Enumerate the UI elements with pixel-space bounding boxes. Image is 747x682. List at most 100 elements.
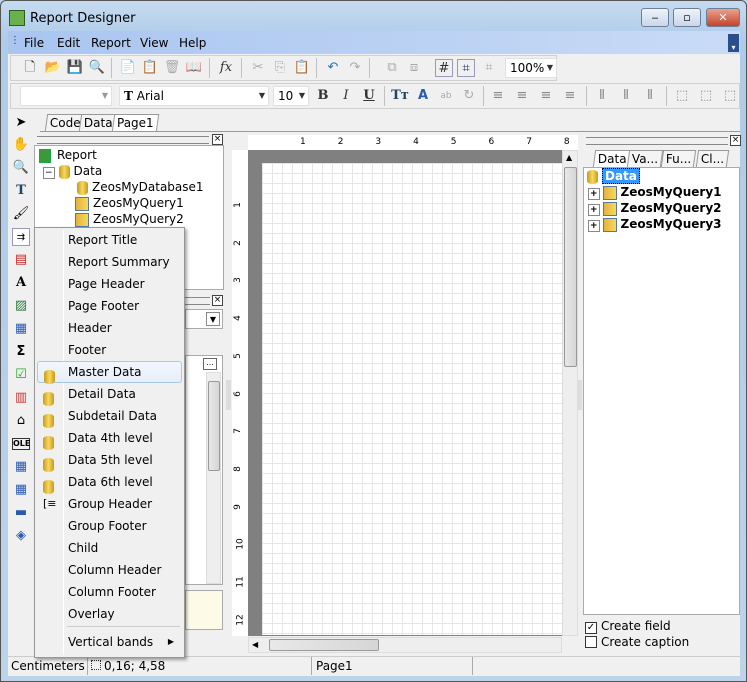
menu-item[interactable]: Footer <box>37 339 182 361</box>
font-name-select[interactable]: T Arial ▼ <box>119 86 269 106</box>
text-tool-icon[interactable]: T <box>12 182 30 200</box>
tree-node-report[interactable]: Report <box>39 148 97 163</box>
undo-icon[interactable]: ↶ <box>324 59 342 77</box>
panel-grip[interactable] <box>185 297 210 305</box>
tab-variables[interactable]: Va... <box>626 150 664 167</box>
align-justify-icon[interactable]: ≡ <box>561 87 579 105</box>
new-dialog-icon[interactable]: 📋 <box>141 59 159 77</box>
menu-item[interactable]: Page Header <box>37 273 182 295</box>
menu-item[interactable]: Header <box>37 317 182 339</box>
new-page-icon[interactable]: 📄 <box>119 59 137 77</box>
rotation-icon[interactable]: ↻ <box>460 87 478 105</box>
insert-band-icon[interactable]: ⇉ <box>12 228 30 246</box>
menu-report[interactable]: Report <box>91 36 131 50</box>
checkbox-object-icon[interactable]: ☑ <box>12 366 30 384</box>
underline-icon[interactable]: U <box>360 87 378 105</box>
close-icon[interactable]: × <box>212 134 223 145</box>
style-select[interactable]: ▼ <box>20 86 112 106</box>
menu-item[interactable]: Data 6th level <box>37 471 182 494</box>
report-page[interactable] <box>262 163 562 635</box>
chart-icon[interactable]: ▥ <box>12 389 30 407</box>
vertical-scrollbar[interactable]: ▲ <box>562 150 578 636</box>
close-icon[interactable]: × <box>212 295 223 306</box>
open-icon[interactable]: 📂 <box>44 59 62 77</box>
line-icon[interactable]: ▬ <box>12 504 30 522</box>
save-icon[interactable]: 💾 <box>66 59 84 77</box>
font-size-select[interactable]: 10 ▼ <box>273 86 309 106</box>
other-objects-icon[interactable]: ◈ <box>12 527 30 545</box>
tab-functions[interactable]: Fu... <box>660 150 697 167</box>
subreport-icon[interactable]: ▦ <box>12 320 30 338</box>
sum-icon[interactable]: Σ <box>12 343 30 361</box>
tree-node-query[interactable]: + ZeosMyQuery3 <box>588 217 722 232</box>
tree-node-database[interactable]: ZeosMyDatabase1 <box>77 180 204 195</box>
tab-data[interactable]: Data <box>592 150 632 167</box>
redo-icon[interactable]: ↷ <box>346 59 364 77</box>
menu-item[interactable]: Master Data <box>37 361 182 384</box>
menu-item[interactable]: Data 5th level <box>37 449 182 472</box>
close-button[interactable]: ✕ <box>706 8 740 27</box>
show-grid-icon[interactable]: # <box>435 59 453 77</box>
menu-item[interactable]: Child <box>37 537 182 559</box>
menu-item[interactable]: Group Footer <box>37 515 182 537</box>
create-caption-checkbox[interactable]: Create caption <box>585 635 689 649</box>
property-scrollbar[interactable] <box>206 372 221 584</box>
copy-icon[interactable]: ⎘ <box>271 59 289 77</box>
menu-item[interactable]: Column Header <box>37 559 182 581</box>
align-to-grid-icon[interactable]: ⌗ <box>457 59 475 77</box>
group-icon[interactable]: ⧉ <box>383 59 401 77</box>
panel-grip[interactable] <box>37 136 209 144</box>
create-field-checkbox[interactable]: ✓ Create field <box>585 619 671 634</box>
tab-classes[interactable]: Cl... <box>695 150 730 167</box>
tab-page1[interactable]: Page1 <box>111 114 159 132</box>
menu-item[interactable]: Subdetail Data <box>37 405 182 428</box>
page-settings-icon[interactable]: 📖 <box>185 59 203 77</box>
highlight-icon[interactable]: ab <box>437 87 455 105</box>
select-tool-icon[interactable]: ➤ <box>12 114 30 132</box>
object-select[interactable]: ▼ <box>185 309 223 329</box>
tree-node-data[interactable]: − Data <box>43 164 102 179</box>
barcode-icon[interactable]: ⌂ <box>12 412 30 430</box>
hand-tool-icon[interactable]: ✋ <box>12 136 30 154</box>
menu-item[interactable]: [≡ Group Header <box>37 493 182 515</box>
menu-file[interactable]: File <box>24 36 44 50</box>
tree-node-data[interactable]: Data <box>587 168 640 184</box>
minimize-button[interactable]: ‒ <box>641 8 669 27</box>
menu-item[interactable]: Report Summary <box>37 251 182 273</box>
frame-top-icon[interactable]: ⬚ <box>673 87 691 105</box>
menu-item[interactable]: Report Title <box>37 229 182 251</box>
horizontal-scrollbar[interactable]: ◀ <box>248 637 562 653</box>
zoom-tool-icon[interactable]: 🔍 <box>12 159 30 177</box>
font-color-icon[interactable]: A <box>414 87 432 105</box>
splitter-handle[interactable] <box>226 380 231 410</box>
menu-item[interactable]: Overlay <box>37 603 182 625</box>
maximize-button[interactable]: ▫ <box>673 8 701 27</box>
db-cross-tab-icon[interactable]: ▦ <box>12 481 30 499</box>
paste-icon[interactable]: 📋 <box>293 59 311 77</box>
font-settings-icon[interactable]: Tт <box>391 87 409 105</box>
delete-page-icon[interactable]: 🗑 <box>163 59 181 77</box>
ole-icon[interactable]: OLE <box>12 438 30 450</box>
frame-left-icon[interactable]: ⬚ <box>721 87 739 105</box>
cross-tab-icon[interactable]: ▦ <box>12 458 30 476</box>
valign-middle-icon[interactable]: ⦀ <box>617 87 635 105</box>
fit-to-grid-icon[interactable]: ⌗ <box>480 59 498 77</box>
bold-icon[interactable]: B <box>314 87 332 105</box>
picture-icon[interactable]: ▨ <box>12 297 30 315</box>
frame-bottom-icon[interactable]: ⬚ <box>697 87 715 105</box>
menu-item[interactable]: Page Footer <box>37 295 182 317</box>
function-icon[interactable]: fx <box>217 59 235 77</box>
align-center-icon[interactable]: ≡ <box>513 87 531 105</box>
ellipsis-button[interactable]: ... <box>203 358 217 370</box>
splitter-handle[interactable] <box>577 380 582 410</box>
new-icon[interactable]: 🗋 <box>21 59 39 77</box>
menu-item[interactable]: Detail Data <box>37 383 182 406</box>
menu-view[interactable]: View <box>140 36 168 50</box>
menu-edit[interactable]: Edit <box>57 36 80 50</box>
zoom-select[interactable]: 100% ▼ <box>505 58 557 78</box>
text-object-icon[interactable]: ▤ <box>12 251 30 269</box>
italic-icon[interactable]: I <box>337 87 355 105</box>
menu-overflow-button[interactable]: ▾ <box>728 34 739 52</box>
valign-bottom-icon[interactable]: ⦀ <box>641 87 659 105</box>
tree-node-query[interactable]: + ZeosMyQuery2 <box>588 201 722 216</box>
